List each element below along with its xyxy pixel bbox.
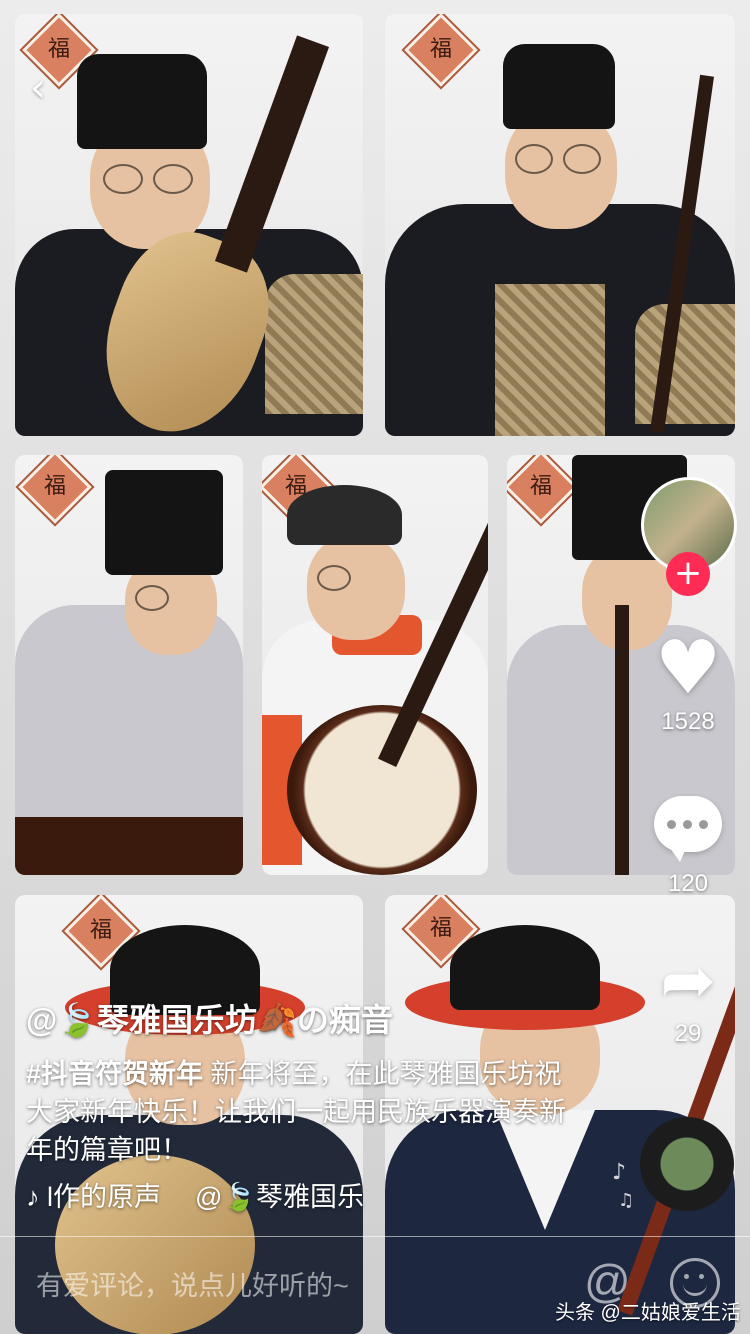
glasses-left <box>103 164 143 194</box>
music-note-icon: ♪ <box>26 1182 40 1212</box>
share-arrow-icon[interactable]: ➦ <box>650 948 726 1014</box>
video-panel-pipa: 福 <box>15 14 363 436</box>
robe <box>15 605 243 825</box>
caption-text: #抖音符贺新年 新年将至，在此琴雅国乐坊祝大家新年快乐！让我们一起用民族乐器演奏… <box>26 1055 586 1169</box>
cap <box>287 485 402 545</box>
like-count: 1528 <box>661 708 715 735</box>
video-panel-ruan: 福 <box>262 455 488 875</box>
guzheng <box>15 817 243 875</box>
comment-input[interactable] <box>34 1265 558 1307</box>
share-count: 29 <box>674 1020 702 1047</box>
ruan-body <box>287 705 477 875</box>
glasses-right <box>563 144 601 174</box>
comment-button[interactable]: 120 <box>650 796 726 898</box>
follow-button[interactable]: + <box>666 552 710 596</box>
glasses-right <box>153 164 193 194</box>
share-button[interactable]: ➦ 29 <box>650 948 726 1048</box>
back-chevron-icon[interactable]: ‹ <box>30 66 66 110</box>
comment-bubble-icon[interactable] <box>654 796 722 862</box>
fu-sign: 福 <box>404 14 478 87</box>
fu-sign: 福 <box>507 455 578 524</box>
sleeve <box>635 304 735 424</box>
vest <box>495 284 605 436</box>
watermark: 头条 @二姑娘爱生活 <box>555 1302 741 1324</box>
music-author: @🍃琴雅国乐 <box>195 1182 365 1212</box>
hat <box>503 44 615 129</box>
video-panel-erhu: 福 <box>385 14 735 436</box>
music-note-icon: ♫ <box>618 1190 635 1211</box>
hat <box>77 54 207 149</box>
video-panel-guzheng: 福 <box>15 455 243 875</box>
glasses-left <box>515 144 553 174</box>
music-title: l作的原声 <box>47 1182 162 1212</box>
hashtag[interactable]: #抖音符贺新年 <box>26 1059 203 1089</box>
glasses <box>317 565 351 591</box>
comment-bar-divider <box>0 1236 750 1237</box>
music-disc[interactable] <box>640 1117 734 1211</box>
glasses <box>135 585 169 611</box>
fu-sign: 福 <box>18 455 92 524</box>
comment-count: 120 <box>667 870 709 897</box>
author-name[interactable]: @🍃琴雅国乐坊🍂の痴音 <box>26 995 586 1041</box>
sleeve <box>265 274 363 414</box>
flute <box>615 605 629 875</box>
heart-icon[interactable]: ♥ <box>650 628 726 708</box>
music-info[interactable]: ♪ l作的原声 @🍃琴雅国乐 <box>26 1175 364 1214</box>
music-note-icon: ♪ <box>612 1160 627 1185</box>
hat <box>105 470 223 575</box>
video-caption: @🍃琴雅国乐坊🍂の痴音 #抖音符贺新年 新年将至，在此琴雅国乐坊祝大家新年快乐！… <box>26 995 586 1169</box>
like-button[interactable]: ♥ 1528 <box>650 628 726 736</box>
